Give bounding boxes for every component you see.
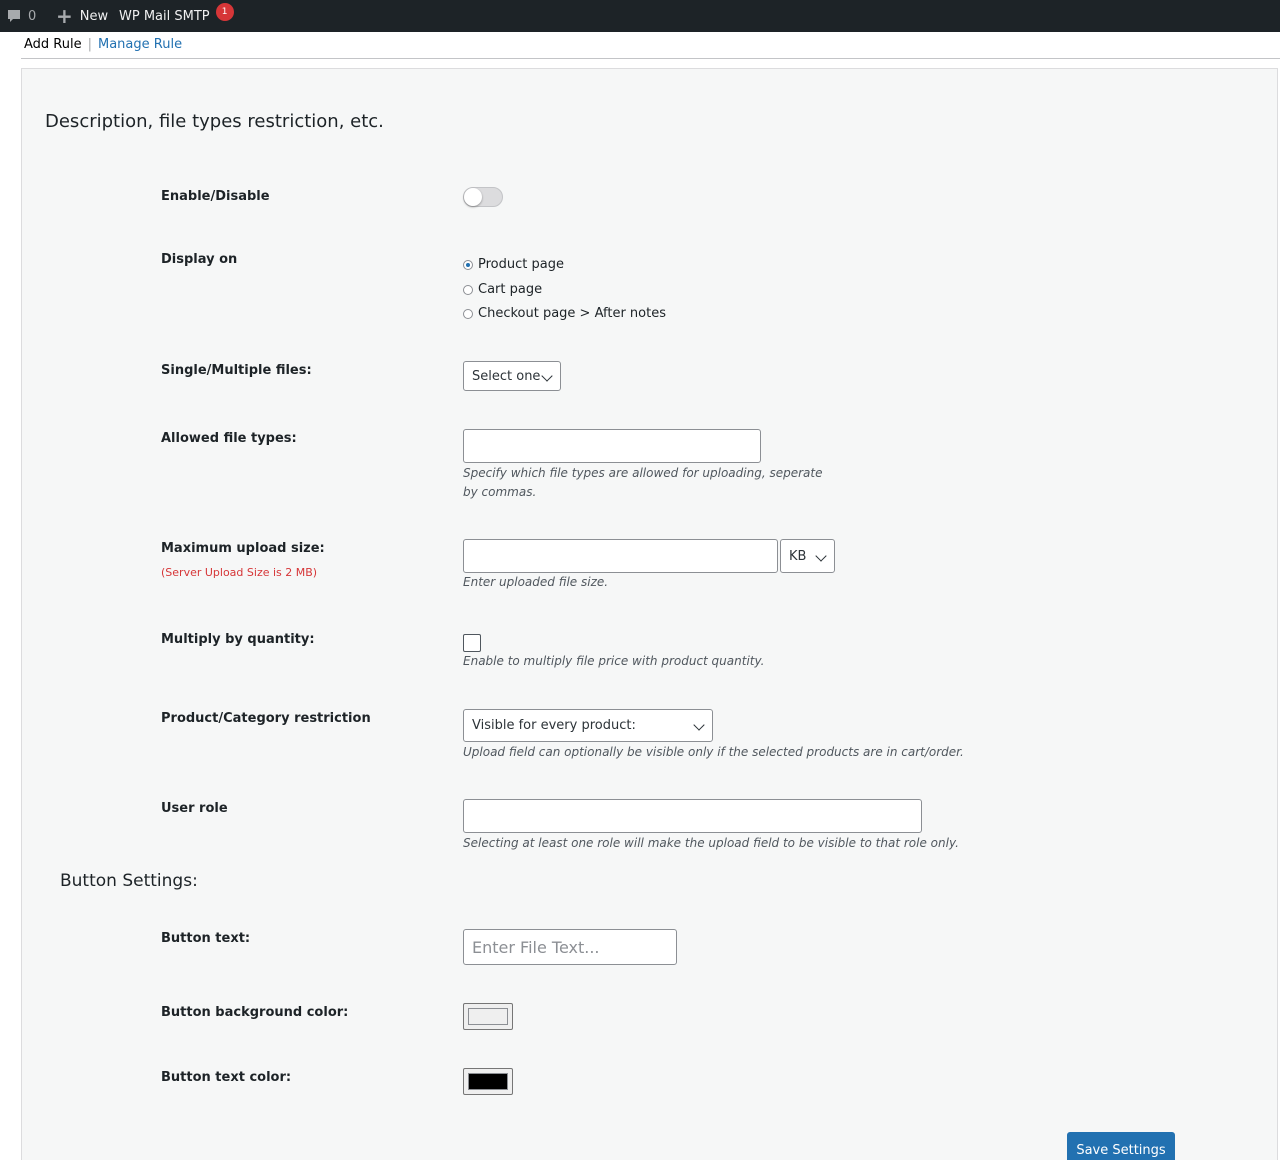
server-upload-note: (Server Upload Size is 2 MB) xyxy=(161,566,318,579)
section-title: Description, file types restriction, etc… xyxy=(45,111,384,132)
comments-menu[interactable]: 0 xyxy=(6,0,36,32)
button-text-input[interactable]: Enter File Text... xyxy=(463,929,677,965)
max-upload-label: Maximum upload size: xyxy=(161,541,325,556)
restriction-label: Product/Category restriction xyxy=(161,711,371,726)
chevron-down-icon xyxy=(815,550,827,562)
radio-label: Cart page xyxy=(478,282,543,297)
radio-dot[interactable] xyxy=(463,308,473,319)
plus-icon: + xyxy=(56,4,73,28)
user-role-input[interactable] xyxy=(463,799,922,833)
new-label: New xyxy=(79,8,109,24)
settings-panel xyxy=(21,68,1278,1160)
radio-label: Product page xyxy=(478,257,564,272)
toggle-knob xyxy=(464,188,482,206)
select-value: Visible for every product: xyxy=(472,718,636,733)
radio-product-page[interactable]: Product page xyxy=(463,257,564,272)
single-multiple-label: Single/Multiple files: xyxy=(161,363,312,378)
enable-toggle[interactable] xyxy=(463,187,503,207)
max-upload-input[interactable] xyxy=(463,539,778,573)
enable-label: Enable/Disable xyxy=(161,189,270,204)
admin-bar: 0 + New WP Mail SMTP 1 xyxy=(0,0,1280,32)
smtp-label: WP Mail SMTP xyxy=(119,8,210,24)
wp-mail-smtp-menu[interactable]: WP Mail SMTP 1 xyxy=(119,0,234,32)
subnav: Add Rule | Manage Rule xyxy=(24,37,182,52)
radio-dot[interactable] xyxy=(463,284,473,295)
bg-color-label: Button background color: xyxy=(161,1005,349,1020)
comment-icon xyxy=(8,10,20,22)
display-on-label: Display on xyxy=(161,252,238,267)
radio-cart-page[interactable]: Cart page xyxy=(463,282,542,297)
select-value: Select one xyxy=(472,368,541,384)
button-settings-title: Button Settings: xyxy=(60,871,198,891)
text-color-picker[interactable] xyxy=(463,1068,513,1095)
upload-unit-select[interactable]: KB xyxy=(780,539,835,573)
restriction-description: Upload field can optionally be visible o… xyxy=(463,745,964,759)
allowed-types-description: Specify which file types are allowed for… xyxy=(463,466,823,499)
bg-color-swatch xyxy=(468,1008,508,1025)
radio-dot[interactable] xyxy=(463,259,473,270)
add-rule-link[interactable]: Add Rule xyxy=(24,37,82,52)
divider xyxy=(21,58,1280,59)
bg-color-picker[interactable] xyxy=(463,1003,513,1030)
user-role-label: User role xyxy=(161,801,228,816)
chevron-down-icon xyxy=(541,370,553,382)
radio-label: Checkout page > After notes xyxy=(478,306,666,321)
subnav-separator: | xyxy=(87,37,92,52)
notification-badge: 1 xyxy=(215,3,234,21)
button-text-label: Button text: xyxy=(161,931,251,946)
multiply-description: Enable to multiply file price with produ… xyxy=(463,654,765,668)
save-settings-button[interactable]: Save Settings xyxy=(1067,1132,1175,1160)
text-color-label: Button text color: xyxy=(161,1070,292,1085)
max-upload-description: Enter uploaded file size. xyxy=(463,575,609,589)
multiply-label: Multiply by quantity: xyxy=(161,632,315,647)
manage-rule-link[interactable]: Manage Rule xyxy=(98,37,182,52)
restriction-select[interactable]: Visible for every product: xyxy=(463,709,713,742)
single-multiple-select[interactable]: Select one xyxy=(463,361,561,391)
chevron-down-icon xyxy=(693,719,705,731)
multiply-checkbox[interactable] xyxy=(463,634,481,652)
radio-checkout-page[interactable]: Checkout page > After notes xyxy=(463,306,666,321)
allowed-types-label: Allowed file types: xyxy=(161,431,297,446)
button-text-placeholder: Enter File Text... xyxy=(472,937,600,957)
select-value: KB xyxy=(789,548,807,564)
new-content-menu[interactable]: + New xyxy=(56,0,108,32)
user-role-description: Selecting at least one role will make th… xyxy=(463,836,959,850)
comments-count: 0 xyxy=(28,8,37,24)
allowed-types-input[interactable] xyxy=(463,429,761,463)
text-color-swatch xyxy=(468,1073,508,1090)
